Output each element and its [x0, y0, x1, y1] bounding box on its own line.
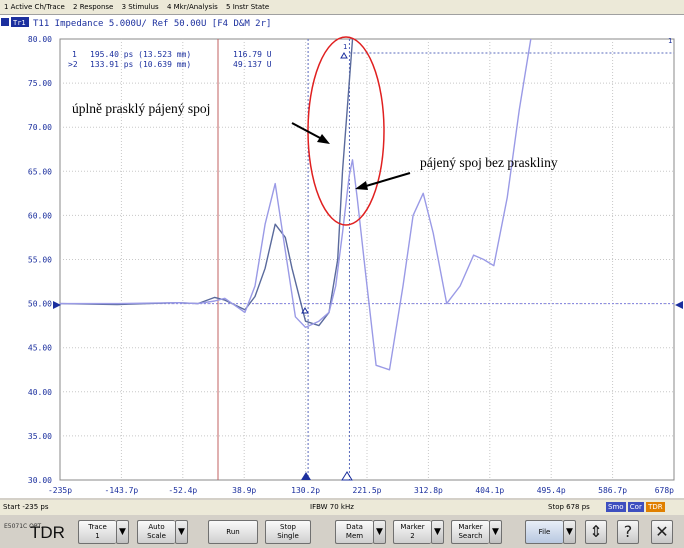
annotation-intact-joint: pájený spoj bez praskliny [420, 155, 558, 170]
marker-1-position: 195.40 ps (13.523 mm) [90, 50, 191, 59]
marker-1-id: 1 [72, 50, 77, 59]
file-button[interactable]: File [525, 520, 563, 544]
menu-bar: 1 Active Ch/Trace 2 Response 3 Stimulus … [0, 0, 684, 15]
menu-response[interactable]: 2 Response [73, 0, 113, 14]
scroll-updown-icon[interactable]: ⇕ [585, 520, 607, 544]
tdr-logo: E5071C OPT. TDR [2, 520, 65, 544]
y-tick-label: 60.00 [28, 211, 52, 220]
marker-dropdown-icon[interactable]: ▼ [431, 520, 444, 544]
data-mem-dropdown-icon[interactable]: ▼ [373, 520, 386, 544]
y-tick-label: 30.00 [28, 476, 52, 485]
start-label: Start -235 ps [3, 503, 49, 511]
marker-readout: 1 195.40 ps (13.523 mm) 116.79 U >2 133.… [68, 50, 272, 69]
x-tick-label: 312.8p [414, 486, 443, 495]
x-tick-label: -143.7p [105, 486, 139, 495]
x-tick-label: -235p [48, 486, 72, 495]
softkey-bar: E5071C OPT. TDR Trace 1 ▼ Auto Scale ▼ Run… [0, 516, 684, 548]
channel-indicator-icon [1, 18, 9, 26]
marker-1-value: 116.79 U [233, 50, 272, 59]
ifbw-label: IFBW 70 kHz [310, 503, 354, 511]
y-tick-label: 35.00 [28, 432, 52, 441]
x-tick-label: 404.1p [475, 486, 504, 495]
marker-2-id: >2 [68, 60, 78, 69]
cor-tag: Cor [627, 502, 644, 512]
stop-label: Stop 678 ps [548, 503, 590, 511]
trace-dropdown-icon[interactable]: ▼ [116, 520, 129, 544]
y-tick-label: 75.00 [28, 79, 52, 88]
menu-stimulus[interactable]: 3 Stimulus [122, 0, 159, 14]
x-tick-label: 495.4p [537, 486, 566, 495]
x-tick-label: 221.5p [353, 486, 382, 495]
measurement-screen: Tr1 T11 Impedance 5.000U/ Ref 50.00U [F4… [0, 15, 684, 498]
trace-header: T11 Impedance 5.000U/ Ref 50.00U [F4 D&M… [33, 19, 271, 29]
help-icon[interactable]: ? [617, 520, 639, 544]
marker-2-position: 133.91 ps (10.639 mm) [90, 60, 191, 69]
y-tick-label: 70.00 [28, 123, 52, 132]
marker-1-edge-label: 1 [668, 37, 672, 45]
y-tick-label: 40.00 [28, 388, 52, 397]
x-tick-label: 678p [655, 486, 674, 495]
marker-button[interactable]: Marker 2 [393, 520, 431, 544]
smo-tag: Smo [606, 502, 626, 512]
x-tick-label: -52.4p [168, 486, 197, 495]
y-tick-label: 80.00 [28, 35, 52, 44]
chart-background [0, 15, 684, 498]
y-tick-label: 65.00 [28, 167, 52, 176]
status-bar: Start -235 ps IFBW 70 kHz Stop 678 ps Sm… [0, 500, 684, 515]
logo-tdr: TDR [30, 523, 65, 542]
tdr-chart: Tr1 T11 Impedance 5.000U/ Ref 50.00U [F4… [0, 15, 684, 498]
y-tick-label: 50.00 [28, 300, 52, 309]
y-tick-label: 55.00 [28, 256, 52, 265]
stop-single-button[interactable]: Stop Single [265, 520, 311, 544]
marker-search-button[interactable]: Marker Search [451, 520, 489, 544]
x-tick-label: 130.2p [291, 486, 320, 495]
menu-active-ch[interactable]: 1 Active Ch/Trace [4, 0, 65, 14]
y-tick-label: 45.00 [28, 344, 52, 353]
menu-instr-state[interactable]: 5 Instr State [226, 0, 269, 14]
trace-button[interactable]: Trace 1 [78, 520, 116, 544]
menu-mkr-analysis[interactable]: 4 Mkr/Analysis [167, 0, 218, 14]
x-tick-label: 38.9p [232, 486, 256, 495]
trace-badge-label: Tr1 [13, 19, 26, 27]
tdr-tag: TDR [646, 502, 665, 512]
file-dropdown-icon[interactable]: ▼ [563, 520, 576, 544]
auto-scale-button[interactable]: Auto Scale [137, 520, 175, 544]
marker-2-value: 49.137 U [233, 60, 272, 69]
marker-search-dropdown-icon[interactable]: ▼ [489, 520, 502, 544]
annotation-cracked-joint: úplně prasklý pájený spoj [72, 101, 210, 116]
data-mem-button[interactable]: Data Mem [335, 520, 373, 544]
run-button[interactable]: Run [208, 520, 258, 544]
marker-1-label: 1 [343, 43, 347, 51]
close-icon[interactable]: ✕ [651, 520, 673, 544]
x-tick-label: 586.7p [598, 486, 627, 495]
auto-scale-dropdown-icon[interactable]: ▼ [175, 520, 188, 544]
